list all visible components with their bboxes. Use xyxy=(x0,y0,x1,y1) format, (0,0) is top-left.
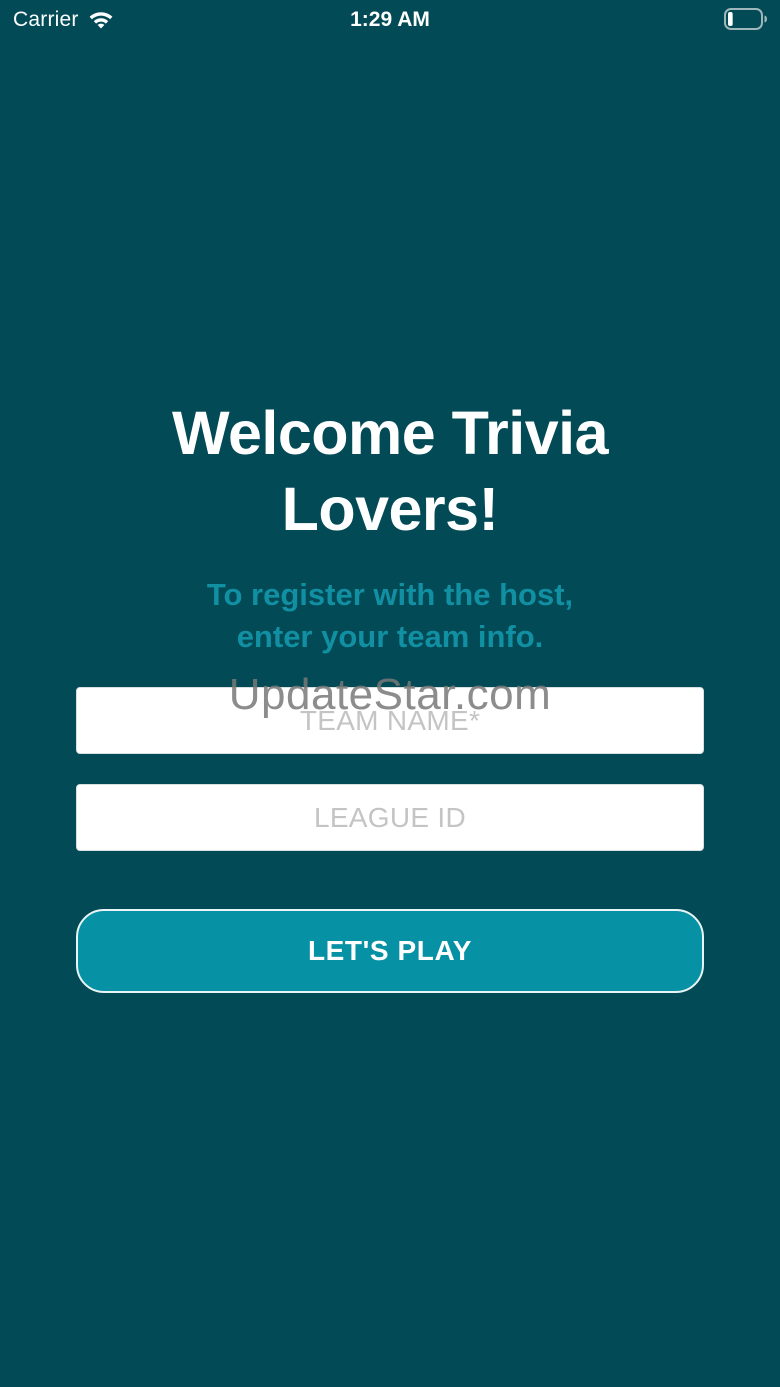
welcome-title: Welcome Trivia Lovers! xyxy=(80,395,700,547)
lets-play-button[interactable]: LET'S PLAY xyxy=(76,909,704,993)
welcome-subtitle: To register with the host, enter your te… xyxy=(120,574,660,658)
league-id-field[interactable] xyxy=(76,784,704,851)
welcome-title-line1: Welcome Trivia xyxy=(171,399,609,467)
welcome-title-line2: Lovers! xyxy=(281,475,499,543)
league-id-input[interactable] xyxy=(77,784,703,851)
status-time: 1:29 AM xyxy=(350,8,430,31)
welcome-subtitle-line1: To register with the host, xyxy=(206,577,574,612)
status-bar: Carrier 1:29 AM xyxy=(0,0,780,40)
team-name-input[interactable] xyxy=(77,687,703,754)
battery-icon xyxy=(724,8,767,30)
team-name-field[interactable] xyxy=(76,687,704,754)
welcome-subtitle-line2: enter your team info. xyxy=(236,619,544,654)
